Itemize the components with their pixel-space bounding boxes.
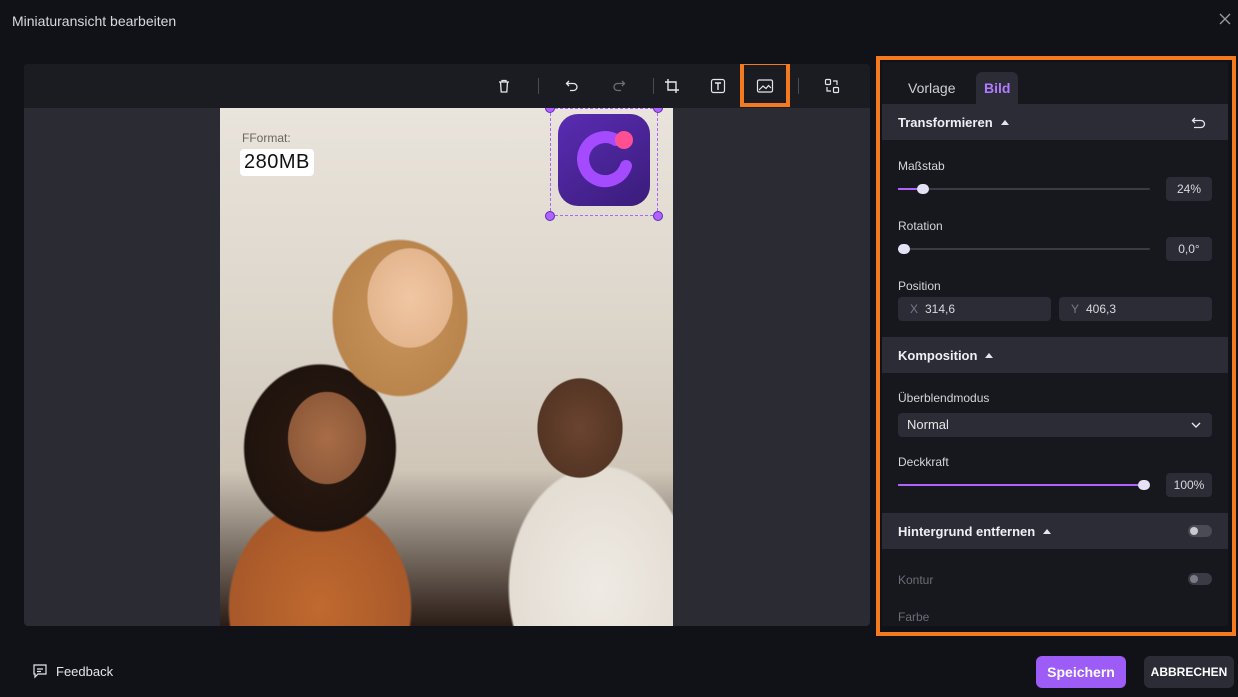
rotation-label: Rotation (898, 219, 943, 233)
contour-label: Kontur (898, 573, 934, 587)
format-value[interactable]: 280MB (240, 149, 314, 176)
resize-handle-bottom-right[interactable] (653, 211, 663, 221)
position-x-field[interactable]: X 314,6 (898, 297, 1051, 321)
position-y-value: 406,3 (1086, 302, 1117, 316)
caret-up-icon (985, 353, 994, 358)
caret-up-icon (1043, 529, 1052, 534)
rotation-slider-knob[interactable] (898, 244, 910, 254)
close-icon[interactable] (1218, 12, 1232, 26)
canvas-area: FFormat: 280MB (24, 64, 870, 626)
rotation-value[interactable]: 0,0° (1166, 237, 1212, 261)
app-logo-icon (577, 131, 633, 188)
trash-icon (499, 79, 509, 93)
rotation-slider[interactable] (898, 244, 1150, 254)
thumbnail-photo[interactable]: FFormat: 280MB (220, 108, 673, 626)
scale-slider[interactable] (898, 184, 1150, 194)
position-x-axis: X (910, 302, 919, 316)
blend-mode-label: Überblendmodus (898, 391, 990, 405)
text-icon (710, 78, 726, 94)
format-label: FFormat: (242, 131, 291, 145)
text-button[interactable] (706, 74, 730, 98)
toolbar-divider (538, 78, 539, 94)
redo-button[interactable] (607, 74, 631, 98)
properties-panel: Vorlage Bild Transformieren Maßstab 24% … (882, 62, 1228, 626)
opacity-value[interactable]: 100% (1166, 473, 1212, 497)
undo-icon (565, 80, 578, 92)
editor-toolbar (24, 64, 870, 108)
chevron-down-icon (1191, 422, 1201, 428)
scale-slider-knob[interactable] (917, 184, 929, 194)
caret-up-icon (1000, 120, 1009, 125)
reset-icon[interactable] (1191, 116, 1207, 129)
section-transform[interactable]: Transformieren (882, 104, 1228, 140)
contour-toggle[interactable] (1188, 573, 1212, 585)
app-logo[interactable] (558, 114, 650, 206)
section-background-removal-title: Hintergrund entfernen (898, 524, 1036, 539)
tab-bild[interactable]: Bild (976, 72, 1019, 104)
feedback-label: Feedback (56, 664, 114, 679)
crop-icon (665, 79, 679, 93)
undo-button[interactable] (560, 74, 584, 98)
section-composition-title: Komposition (898, 348, 978, 363)
replace-button[interactable] (820, 74, 844, 98)
opacity-slider[interactable] (898, 480, 1150, 490)
redo-icon (613, 80, 626, 92)
position-label: Position (898, 279, 941, 293)
scale-value[interactable]: 24% (1166, 177, 1212, 201)
save-button[interactable]: Speichern (1036, 656, 1126, 688)
opacity-slider-fill (898, 484, 1144, 486)
blend-mode-value: Normal (907, 417, 949, 432)
opacity-label: Deckkraft (898, 455, 949, 469)
position-y-axis: Y (1071, 302, 1080, 316)
resize-handle-bottom-left[interactable] (545, 211, 555, 221)
panel-tabs: Vorlage Bild (882, 62, 1228, 104)
toolbar-divider (798, 78, 799, 94)
scale-label: Maßstab (898, 159, 945, 173)
position-x-value: 314,6 (925, 302, 956, 316)
color-label: Farbe (898, 610, 930, 624)
tab-vorlage[interactable]: Vorlage (908, 72, 955, 104)
crop-button[interactable] (660, 74, 684, 98)
section-background-removal[interactable]: Hintergrund entfernen (882, 513, 1228, 549)
section-transform-title: Transformieren (898, 115, 993, 130)
opacity-slider-knob[interactable] (1138, 480, 1150, 490)
background-removal-toggle[interactable] (1188, 525, 1212, 537)
feedback-link[interactable]: Feedback (32, 663, 113, 681)
image-tool-highlight (740, 64, 790, 107)
resize-handle-top-right[interactable] (653, 108, 663, 113)
feedback-icon (33, 664, 47, 679)
replace-icon (824, 78, 840, 94)
position-y-field[interactable]: Y 406,3 (1059, 297, 1212, 321)
cancel-button[interactable]: ABBRECHEN (1144, 656, 1234, 688)
toolbar-divider (653, 78, 654, 94)
section-composition[interactable]: Komposition (882, 337, 1228, 373)
blend-mode-select[interactable]: Normal (898, 413, 1212, 437)
window-title: Miniaturansicht bearbeiten (12, 13, 177, 29)
title-bar: Miniaturansicht bearbeiten (0, 0, 1238, 42)
delete-button[interactable] (492, 74, 516, 98)
